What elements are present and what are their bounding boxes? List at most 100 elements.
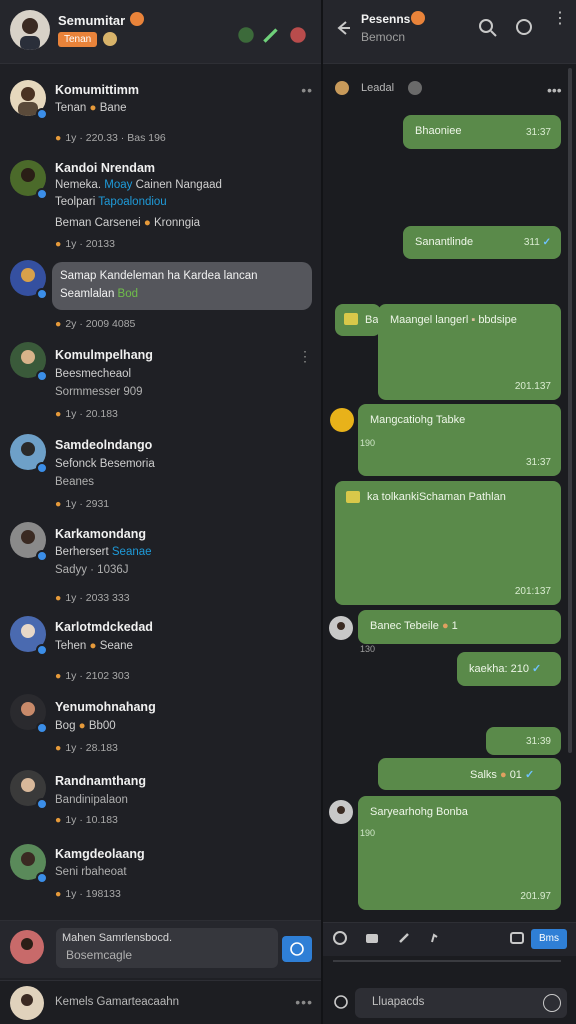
thread-item[interactable]: Kamgdeolaang Seni rbaheoat ● 1y · 198133 (0, 838, 321, 918)
message-bubble-small[interactable]: Ba (335, 304, 381, 336)
group-avatar-icon[interactable] (287, 24, 309, 46)
avatar-small-icon (103, 32, 117, 46)
message-time: 201.97 (520, 891, 551, 902)
thread-name: Komulmpelhang (55, 348, 153, 362)
message-bubble[interactable]: Bhaoniee 31:37 (403, 115, 561, 149)
more-icon[interactable]: ⋮ (552, 11, 568, 27)
message-time: 201.137 (514, 381, 551, 392)
call-icon[interactable] (513, 17, 535, 39)
thread-item[interactable]: Karlotmdckedad Tehen ● Seane ● 1y · 2102 … (0, 610, 321, 688)
thread-meta: ● 1y · 2102 303 (55, 670, 130, 682)
footer-avatar[interactable] (10, 986, 44, 1020)
thread-item[interactable]: Komulmpelhang ⋮ Beesmecheaol Sormmesser … (0, 338, 321, 428)
attach-icon[interactable] (396, 930, 412, 946)
back-arrow-icon[interactable] (333, 18, 353, 38)
chat-title: Pesenns (361, 12, 411, 26)
thread-item[interactable]: Samdeolndango Sefonck Besemoria Beanes ●… (0, 428, 321, 516)
emoji-icon[interactable] (333, 994, 349, 1010)
conversation-list-pane: Semumitar Tenan Komumittimm •• Tenan ● B… (0, 0, 321, 1024)
thread-meta: ● 1y · 2931 (55, 498, 110, 510)
message-input[interactable]: Lluapacds (355, 988, 567, 1018)
bubble-text-2: Seamlalan Bod (60, 288, 139, 300)
thread-item[interactable]: Karkamondang Berhersert Seanae Sadyy · 1… (0, 516, 321, 610)
thread-preview-2: Sormmesser 909 (55, 386, 143, 398)
sticker-icon (344, 313, 358, 325)
messaging-app: Semumitar Tenan Komumittimm •• Tenan ● B… (0, 0, 576, 1024)
more-icon[interactable]: ••• (547, 82, 562, 98)
message-sub: 130 (360, 644, 376, 654)
edit-icon[interactable] (260, 24, 282, 46)
more-icon[interactable]: ••• (295, 994, 313, 1010)
message-text: Banec Tebeile ● 1 (370, 620, 458, 632)
thread-preview: Nemeka. Moay Cainen Nangaad (55, 179, 222, 191)
thread-preview: Tenan ● Bane (55, 102, 127, 114)
composer-avatar (10, 930, 44, 964)
microphone-icon[interactable] (426, 930, 442, 946)
search-icon[interactable] (477, 17, 499, 39)
message-bubble[interactable]: Salks ● 01 ✓ (378, 758, 561, 790)
sender-avatar (330, 408, 354, 432)
verified-icon (36, 644, 48, 656)
message-text: Salks ● 01 ✓ (470, 769, 535, 781)
highlighted-message-bubble[interactable]: Samap Kandeleman ha Kardea lancan Seamla… (52, 262, 312, 310)
message-bubble[interactable]: kaekha: 210 ✓ (457, 652, 561, 686)
label-badge-icon (408, 81, 422, 95)
profile-avatar[interactable] (10, 10, 50, 50)
verified-icon (36, 550, 48, 562)
status-badge: Tenan (58, 32, 98, 47)
more-icon[interactable]: ⋮ (298, 348, 313, 365)
message-bubble[interactable]: Maangel langerl ▪ bbdsipe 201.137 (378, 304, 561, 400)
message-bubble[interactable]: Banec Tebeile ● 1 (358, 610, 561, 644)
thread-meta: ● 1y · 198133 (55, 888, 121, 900)
verified-icon (36, 462, 48, 474)
verified-icon (36, 872, 48, 884)
more-icon[interactable]: •• (301, 82, 313, 98)
message-text: Bhaoniee (415, 125, 462, 137)
thread-item[interactable]: Kandoi Nrendam Nemeka. Moay Cainen Nanga… (0, 150, 321, 260)
thread-name: Kandoi Nrendam (55, 161, 156, 175)
message-time: 31:39 (525, 736, 551, 747)
verified-icon (36, 370, 48, 382)
thread-name: Komumittimm (55, 83, 140, 97)
thread-meta: ● 1y · 28.183 (55, 742, 118, 754)
keyboard-icon[interactable] (509, 930, 525, 946)
thread-item[interactable]: Yenumohnahang Bog ● Bb00 ● 1y · 28.183 (0, 688, 321, 764)
verified-icon (36, 188, 48, 200)
gallery-icon[interactable] (364, 930, 380, 946)
chat-scrollbar[interactable] (568, 68, 572, 753)
footer-text: Kemels Gamarteacaahn (55, 996, 180, 1008)
verified-icon (36, 798, 48, 810)
voice-icon[interactable] (543, 994, 561, 1012)
message-time: 311 ✓ (523, 237, 551, 248)
toolbar-action-button[interactable]: Bms (531, 929, 567, 949)
message-time: 31:37 (525, 457, 551, 468)
thread-item[interactable]: Randnamthang Bandinipalaon ● 1y · 10.183 (0, 764, 321, 838)
status-icon (411, 11, 425, 25)
thread-meta: ● 1y · 2033 333 (55, 592, 130, 604)
message-bubble[interactable]: 31:39 (486, 727, 561, 755)
thread-preview-2: Teolpari Tapoalondiou (55, 196, 167, 208)
message-side-label: Ba (365, 314, 379, 326)
thread-preview-2: Beanes (55, 476, 95, 488)
camera-icon[interactable] (332, 930, 348, 946)
compose-input[interactable]: Mahen Samrlensbocd. Bosemcagle (56, 928, 278, 968)
thread-name: Karkamondang (55, 527, 146, 541)
bubble-text: Samap Kandeleman ha Kardea lancan (60, 270, 258, 282)
thread-preview: Tehen ● Seane (55, 640, 133, 652)
message-sub: 190 (360, 438, 376, 448)
sticker-icon (346, 491, 360, 503)
sender-avatar (329, 616, 353, 640)
sender-avatar (329, 800, 353, 824)
message-sub: 190 (360, 828, 376, 838)
message-bubble[interactable]: ka tolkankiSchaman Pathlan 201:137 (335, 481, 561, 605)
message-text: Saryearhohg Bonba (370, 806, 468, 818)
message-text: Sanantlinde (415, 236, 474, 248)
contact-avatar-icon[interactable] (235, 24, 257, 46)
chat-label: Leadal (361, 82, 395, 94)
toolbar-divider (333, 960, 561, 962)
thread-item[interactable]: Komumittimm •• Tenan ● Bane ● 1y · 220.33… (0, 72, 321, 150)
message-bubble[interactable]: Mangcatiohg Tabke 31:37 (358, 404, 561, 476)
message-bubble[interactable]: Sanantlinde 311 ✓ (403, 226, 561, 259)
message-bubble[interactable]: Saryearhohg Bonba 201.97 (358, 796, 561, 910)
send-button[interactable] (282, 936, 312, 962)
